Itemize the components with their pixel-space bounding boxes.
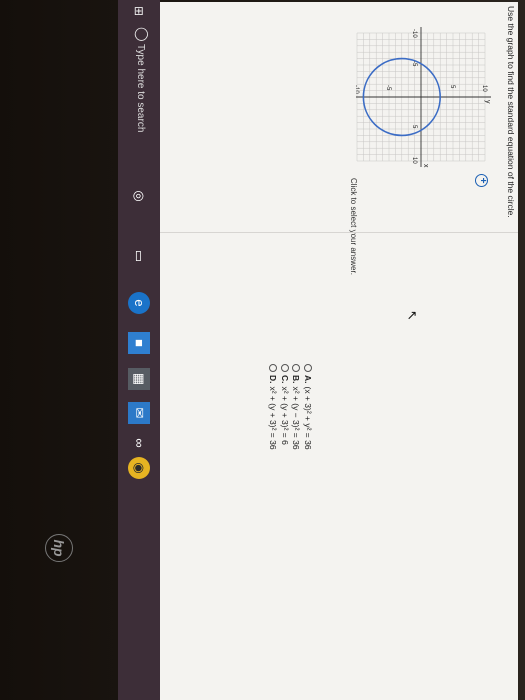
windows-taskbar: ⊞ ◯ Type here to search ◎ ▭ e ■ ▦ ✉ ∞ ◉ xyxy=(118,0,160,700)
x-axis-label: x xyxy=(422,164,429,168)
select-answer-prompt: Click to select your answer. xyxy=(349,178,358,275)
x-tick-label: -10 xyxy=(411,29,417,38)
mail-icon[interactable]: ✉ xyxy=(128,402,150,424)
windows-start-icon[interactable]: ⊞ xyxy=(132,6,146,16)
x-tick-label: 5 xyxy=(411,125,417,129)
radio-b[interactable] xyxy=(292,364,301,372)
panel-divider xyxy=(160,232,518,233)
radio-c[interactable] xyxy=(281,364,289,372)
store-icon[interactable]: ▦ xyxy=(128,368,150,390)
choice-text: (x + 3)² + y² = 36 xyxy=(303,386,313,450)
browser-content: Use the graph to find the standard equat… xyxy=(160,2,518,700)
choice-letter: D. xyxy=(268,375,279,384)
edge-browser-icon[interactable]: e xyxy=(128,292,150,314)
choice-d[interactable]: D. x² + (y + 3)² = 36 xyxy=(267,364,279,450)
hp-logo: hp xyxy=(45,534,73,562)
y-tick-label: 5 xyxy=(449,85,455,89)
y-axis-label: y xyxy=(484,100,491,104)
x-tick-label: 10 xyxy=(411,157,417,164)
y-tick-label: 10 xyxy=(481,85,487,92)
question-text: Use the graph to find the standard equat… xyxy=(506,6,516,218)
zoom-icon[interactable]: + xyxy=(475,174,488,187)
choice-letter: B. xyxy=(291,375,302,384)
choice-letter: C. xyxy=(280,375,290,384)
choice-b[interactable]: B. x² + (y − 3)² = 36 xyxy=(290,364,302,450)
y-tick-label: -5 xyxy=(385,85,391,91)
x-tick-label: -5 xyxy=(411,61,417,67)
task-view-icon[interactable]: ▭ xyxy=(128,245,150,267)
choice-letter: A. xyxy=(303,375,313,384)
photo: Use the graph to find the standard equat… xyxy=(0,0,525,700)
choice-text: x² + (y − 3)² = 36 xyxy=(291,386,302,450)
taskbar-search-input[interactable]: Type here to search xyxy=(135,44,146,132)
mouse-cursor-icon: ↖ xyxy=(405,310,420,321)
choice-a[interactable]: A. (x + 3)² + y² = 36 xyxy=(302,364,313,450)
answer-choices: A. (x + 3)² + y² = 36 B. x² + (y − 3)² = 3… xyxy=(267,364,313,450)
radio-a[interactable] xyxy=(304,364,312,372)
loop-app-icon[interactable]: ∞ xyxy=(128,432,150,454)
microphone-icon[interactable]: ◎ xyxy=(128,185,150,207)
radio-d[interactable] xyxy=(269,364,278,372)
coordinate-graph: -10 -5 5 10 10 5 -5 -10 x y xyxy=(356,27,491,168)
laptop-screen: Use the graph to find the standard equat… xyxy=(0,0,525,700)
choice-text: x² + (y + 3)² = 6 xyxy=(280,386,290,445)
search-icon[interactable]: ◯ xyxy=(134,27,150,42)
file-explorer-icon[interactable]: ■ xyxy=(128,332,150,354)
y-tick-label: -10 xyxy=(356,85,359,94)
choice-c[interactable]: C. x² + (y + 3)² = 6 xyxy=(279,364,290,450)
chrome-icon[interactable]: ◉ xyxy=(128,457,150,479)
choice-text: x² + (y + 3)² = 36 xyxy=(268,386,279,450)
